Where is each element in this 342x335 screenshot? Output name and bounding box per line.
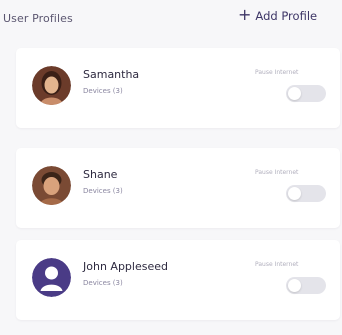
profile-card[interactable]: Shane Devices (3) Pause Internet: [16, 148, 340, 228]
pause-internet-toggle[interactable]: [286, 277, 326, 294]
profile-card[interactable]: Samantha Devices (3) Pause Internet: [16, 48, 340, 128]
profile-name: John Appleseed: [83, 260, 168, 273]
add-profile-label: Add Profile: [255, 8, 318, 23]
devices-link[interactable]: Devices (3): [83, 279, 123, 287]
avatar: [32, 66, 71, 105]
profile-card[interactable]: John Appleseed Devices (3) Pause Interne…: [16, 240, 340, 320]
devices-link[interactable]: Devices (3): [83, 187, 123, 195]
pause-internet-label: Pause Internet: [255, 169, 299, 176]
pause-internet-toggle[interactable]: [286, 85, 326, 102]
page-title: User Profiles: [3, 12, 73, 25]
toggle-knob: [288, 187, 301, 200]
profile-name: Samantha: [83, 68, 140, 81]
profile-name: Shane: [83, 168, 118, 181]
plus-icon: +: [238, 5, 252, 24]
avatar: [32, 166, 71, 205]
toggle-knob: [288, 87, 301, 100]
pause-internet-toggle[interactable]: [286, 185, 326, 202]
profiles-header: User Profiles + Add Profile: [0, 6, 342, 34]
user-profiles-panel: User Profiles + Add Profile Samantha Dev…: [0, 0, 342, 335]
devices-link[interactable]: Devices (3): [83, 87, 123, 95]
pause-internet-label: Pause Internet: [255, 69, 299, 76]
add-profile-button[interactable]: + Add Profile: [238, 5, 318, 24]
avatar: [32, 258, 71, 297]
pause-internet-label: Pause Internet: [255, 261, 299, 268]
user-placeholder-icon: [32, 258, 71, 297]
toggle-knob: [288, 279, 301, 292]
